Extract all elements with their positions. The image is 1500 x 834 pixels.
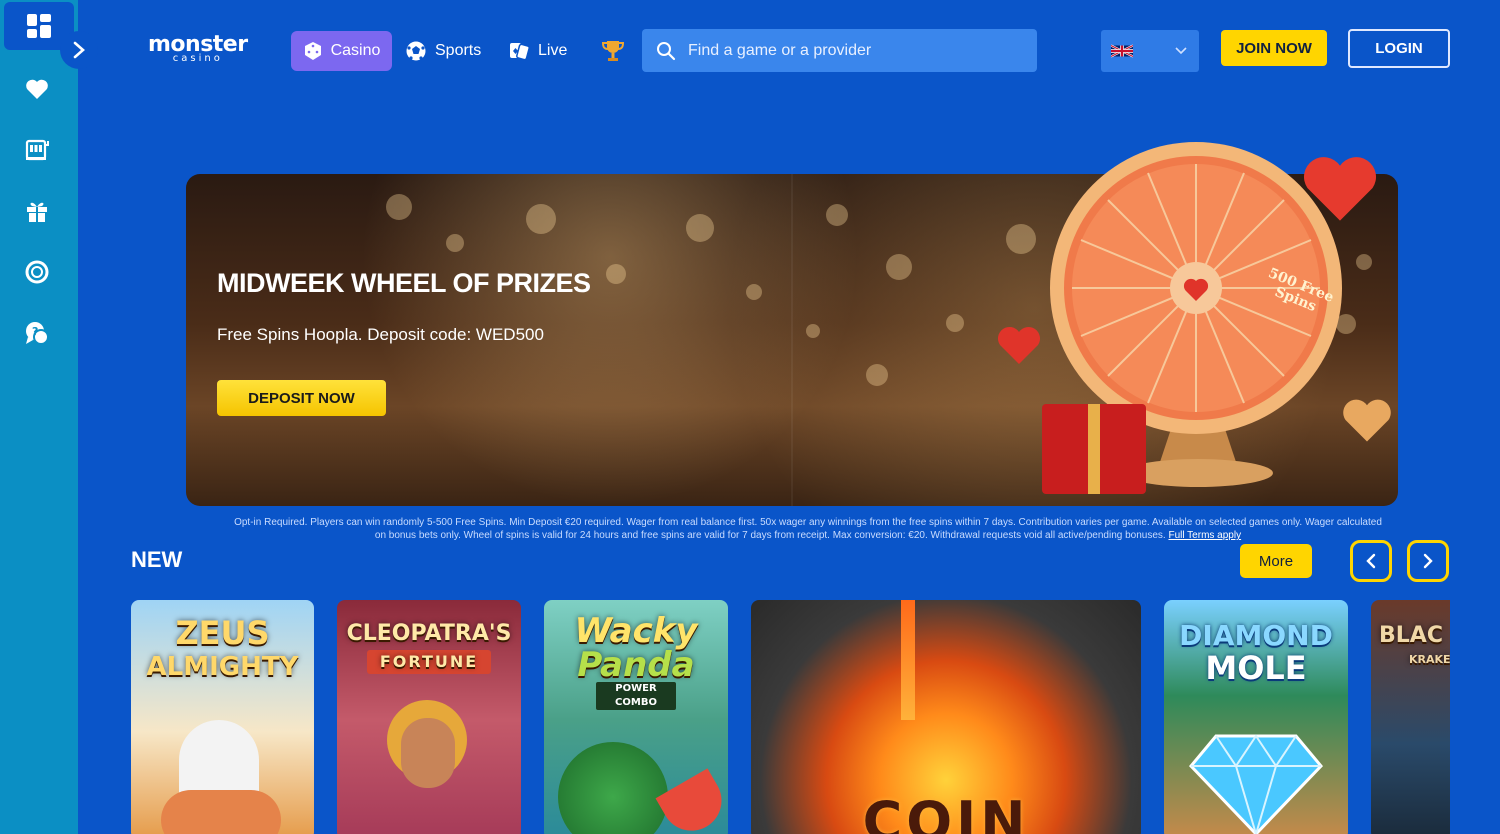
bokeh-light — [606, 264, 626, 284]
bokeh-light — [1006, 224, 1036, 254]
game-title-line: FORTUNE — [367, 650, 491, 674]
game-tile-black-kraken[interactable]: BLAC KRAKE — [1371, 600, 1450, 834]
heart-decoration — [1343, 399, 1391, 442]
svg-text:?: ? — [32, 325, 38, 338]
bokeh-light — [446, 234, 464, 252]
game-title-line: Panda — [577, 645, 695, 685]
game-title-line: POWER COMBO — [596, 682, 676, 710]
tab-live[interactable]: Live — [508, 31, 570, 71]
slots-button[interactable] — [0, 130, 74, 170]
game-art-character — [401, 718, 455, 788]
favorites-button[interactable] — [0, 69, 74, 109]
slot-machine-icon — [25, 139, 49, 161]
section-title: NEW — [131, 547, 183, 572]
terms-disclaimer: Opt-in Required. Players can win randoml… — [228, 516, 1388, 542]
gift-box-decoration — [1042, 404, 1146, 494]
bokeh-light — [746, 284, 762, 300]
game-art-watermelon — [558, 742, 668, 834]
game-title: CLEOPATRA'S FORTUNE — [337, 622, 521, 674]
bokeh-light — [386, 194, 412, 220]
game-art-lava — [901, 600, 915, 720]
carousel-prev-button[interactable] — [1350, 540, 1392, 582]
game-title: Wacky Panda POWER COMBO — [544, 614, 728, 710]
game-art-watermelon-slice — [655, 768, 728, 834]
carousel-next-button[interactable] — [1407, 540, 1449, 582]
game-title-line: BLAC — [1379, 623, 1443, 648]
game-title: BLAC KRAKE — [1379, 624, 1450, 672]
search-bar[interactable] — [642, 29, 1037, 72]
game-tile-coin[interactable]: COIN — [751, 600, 1141, 834]
search-input[interactable] — [688, 41, 1008, 60]
playing-cards-icon — [510, 43, 530, 61]
game-art-character — [161, 790, 281, 834]
tournaments-button[interactable] — [600, 38, 626, 64]
logo[interactable]: monster casino — [148, 34, 248, 64]
chevron-left-icon — [1366, 553, 1376, 569]
game-tile-diamond-mole[interactable]: DIAMOND MOLE — [1164, 600, 1348, 834]
search-icon — [657, 41, 676, 60]
bokeh-light — [806, 324, 820, 338]
chevron-down-icon — [1175, 47, 1187, 55]
game-title-line: Wacky — [574, 611, 698, 651]
game-title-line: CLEOPATRA'S — [346, 621, 512, 646]
bokeh-light — [866, 364, 888, 386]
dice-icon — [304, 42, 321, 60]
login-button[interactable]: LOGIN — [1348, 29, 1450, 68]
game-title-line: ZEUS — [175, 614, 270, 652]
tab-sports-label: Sports — [435, 42, 482, 59]
bokeh-light — [526, 204, 556, 234]
banner-title: MIDWEEK WHEEL OF PRIZES — [217, 268, 591, 298]
sidebar-expand-button[interactable] — [60, 31, 98, 69]
game-title-line: MOLE — [1205, 649, 1307, 687]
banner-subtitle: Free Spins Hoopla. Deposit code: WED500 — [217, 325, 544, 344]
heart-balloon-decoration — [1303, 157, 1377, 221]
lifebuoy-icon — [25, 260, 49, 284]
game-tile-cleopatras-fortune[interactable]: CLEOPATRA'S FORTUNE — [337, 600, 521, 834]
join-now-button[interactable]: JOIN NOW — [1221, 30, 1327, 66]
support-button[interactable]: ? — [0, 313, 74, 353]
deposit-now-button[interactable]: DEPOSIT NOW — [217, 380, 386, 416]
bokeh-light — [826, 204, 848, 226]
chevron-right-icon — [1423, 553, 1433, 569]
game-title: ZEUS ALMIGHTY — [131, 616, 314, 684]
gift-icon — [27, 202, 47, 222]
bokeh-light — [946, 314, 964, 332]
game-tile-wacky-panda[interactable]: Wacky Panda POWER COMBO — [544, 600, 728, 834]
tab-casino[interactable]: Casino — [291, 31, 392, 71]
tab-sports[interactable]: Sports — [405, 31, 487, 71]
game-title-line: ALMIGHTY — [146, 652, 299, 682]
sidebar: ? — [0, 0, 78, 834]
support-chat-icon: ? — [26, 322, 49, 345]
heart-icon — [26, 79, 48, 99]
dashboard-icon — [27, 14, 51, 38]
tab-live-label: Live — [538, 42, 568, 59]
game-title-line: DIAMOND — [1179, 619, 1333, 652]
heart-decoration — [997, 326, 1041, 364]
trophy-icon — [601, 41, 625, 61]
full-terms-link[interactable]: Full Terms apply — [1168, 530, 1241, 541]
game-title-line: KRAKE — [1409, 653, 1450, 666]
gift-ribbon — [1088, 404, 1100, 494]
help-button[interactable] — [0, 252, 74, 292]
game-title: DIAMOND MOLE — [1164, 619, 1348, 687]
tab-casino-label: Casino — [330, 42, 381, 59]
promotions-button[interactable] — [0, 191, 74, 231]
more-button[interactable]: More — [1240, 544, 1312, 578]
banner-divider — [791, 174, 793, 506]
chevron-right-icon — [73, 41, 85, 59]
bokeh-light — [886, 254, 912, 280]
game-tile-zeus-almighty[interactable]: ZEUS ALMIGHTY — [131, 600, 314, 834]
game-art-diamond — [1188, 734, 1324, 834]
bokeh-light — [686, 214, 714, 242]
bokeh-light — [1356, 254, 1372, 270]
uk-flag-icon — [1111, 44, 1133, 58]
game-title: COIN — [862, 790, 1030, 834]
soccer-ball-icon — [406, 41, 426, 61]
language-select[interactable] — [1101, 30, 1199, 72]
